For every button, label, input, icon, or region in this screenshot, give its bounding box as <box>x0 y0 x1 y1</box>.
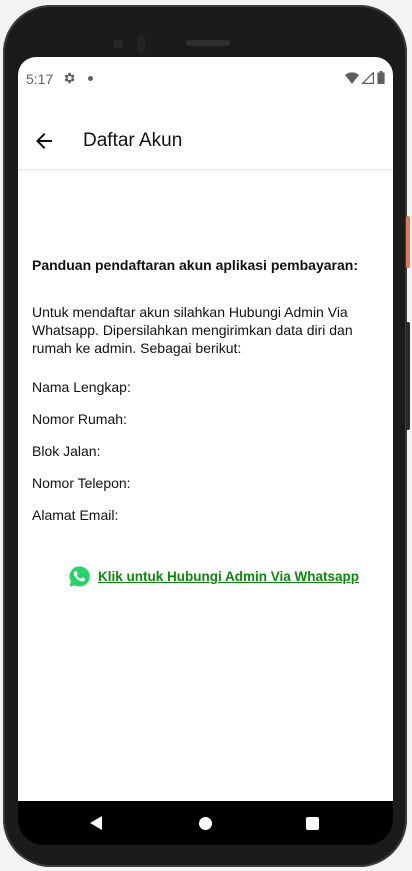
status-time: 5:17 <box>26 71 54 87</box>
page-title: Daftar Akun <box>83 130 183 151</box>
field-blok-jalan: Blok Jalan: <box>32 443 101 459</box>
earpiece-speaker <box>186 40 230 46</box>
nav-back-icon[interactable] <box>90 816 102 830</box>
registration-guide: Panduan pendaftaran akun aplikasi pembay… <box>32 257 378 523</box>
field-nama-lengkap: Nama Lengkap: <box>32 379 131 395</box>
whatsapp-contact-link[interactable]: Klik untuk Hubungi Admin Via Whatsapp <box>68 565 359 588</box>
field-alamat-email: Alamat Email: <box>32 507 119 523</box>
field-nomor-rumah: Nomor Rumah: <box>32 411 127 427</box>
navigation-bar <box>18 801 393 845</box>
app-bar: Daftar Akun <box>18 113 393 170</box>
screen: 5:17 Daftar Akun Panduan pendaftaran aku… <box>18 57 393 801</box>
settings-icon <box>64 72 75 84</box>
guide-description: Untuk mendaftar akun silahkan Hubungi Ad… <box>32 304 353 356</box>
proximity-sensor <box>137 36 145 52</box>
power-button[interactable] <box>406 216 410 268</box>
status-icons <box>345 71 385 84</box>
front-camera <box>109 35 127 53</box>
guide-heading: Panduan pendaftaran akun aplikasi pembay… <box>32 257 358 273</box>
whatsapp-icon <box>69 566 90 587</box>
battery-icon <box>377 71 385 84</box>
whatsapp-link-label[interactable]: Klik untuk Hubungi Admin Via Whatsapp <box>98 569 359 584</box>
volume-button[interactable] <box>406 322 410 430</box>
signal-icon <box>362 71 374 84</box>
status-bar: 5:17 <box>18 57 393 101</box>
nav-home-icon[interactable] <box>199 817 212 830</box>
notification-dot-icon <box>88 76 93 81</box>
field-nomor-telepon: Nomor Telepon: <box>32 475 131 491</box>
arrow-back-icon[interactable] <box>32 129 56 153</box>
wifi-icon <box>345 71 359 84</box>
nav-recents-icon[interactable] <box>306 817 319 830</box>
